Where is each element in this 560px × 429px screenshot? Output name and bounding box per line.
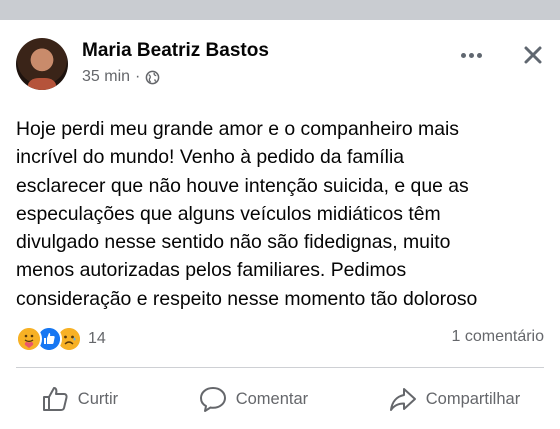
share-button[interactable]: Compartilhar: [388, 384, 520, 414]
post-body-line: consideração e respeito nesse momento tã…: [16, 287, 478, 310]
post-body-line: divulgado nesse sentido não são fidedign…: [16, 231, 451, 254]
avatar[interactable]: [16, 38, 68, 90]
post-body-line: incrível do mundo! Venho à pedido da fam…: [16, 146, 405, 169]
comments-count-link[interactable]: 1 comentário: [452, 328, 545, 346]
like-button[interactable]: Curtir: [40, 384, 118, 414]
meta-separator: ·: [135, 68, 141, 85]
globe-icon[interactable]: [145, 70, 160, 85]
post-body-line: esclarecer que não houve intenção suicid…: [16, 174, 469, 197]
post-meta: 35 min ·: [82, 68, 160, 86]
comment-bubble-icon: [199, 387, 226, 412]
post-actions: Curtir Comentar Compartilhar: [0, 378, 560, 420]
post-body-line: Hoje perdi meu grande amor e o companhei…: [16, 118, 459, 140]
post-body: Hoje perdi meu grande amor e o companhei…: [16, 115, 546, 313]
post-header: Maria Beatriz Bastos 35 min ·: [16, 38, 546, 94]
post-body-line: especulações que alguns veículos midiáti…: [16, 202, 441, 225]
post-timestamp[interactable]: 35 min: [82, 68, 130, 86]
share-arrow-icon: [389, 388, 416, 411]
actions-divider: [16, 367, 544, 368]
close-icon[interactable]: [518, 40, 548, 70]
comment-button[interactable]: Comentar: [198, 384, 308, 414]
like-label: Curtir: [77, 389, 119, 408]
care-emoji-icon: [16, 326, 42, 352]
reaction-count: 14: [88, 330, 106, 347]
post-body-line: menos autorizadas pelos familiares. Pedi…: [16, 259, 407, 282]
top-gray-bar: [0, 0, 560, 20]
reactions-summary[interactable]: 14: [16, 326, 106, 352]
comment-label: Comentar: [235, 389, 309, 408]
author-name[interactable]: Maria Beatriz Bastos: [82, 40, 269, 62]
more-options-icon[interactable]: [456, 44, 486, 66]
post-card: Maria Beatriz Bastos 35 min · Hoje perdi…: [0, 20, 560, 429]
thumbs-up-icon: [42, 387, 68, 411]
share-label: Compartilhar: [425, 389, 521, 408]
